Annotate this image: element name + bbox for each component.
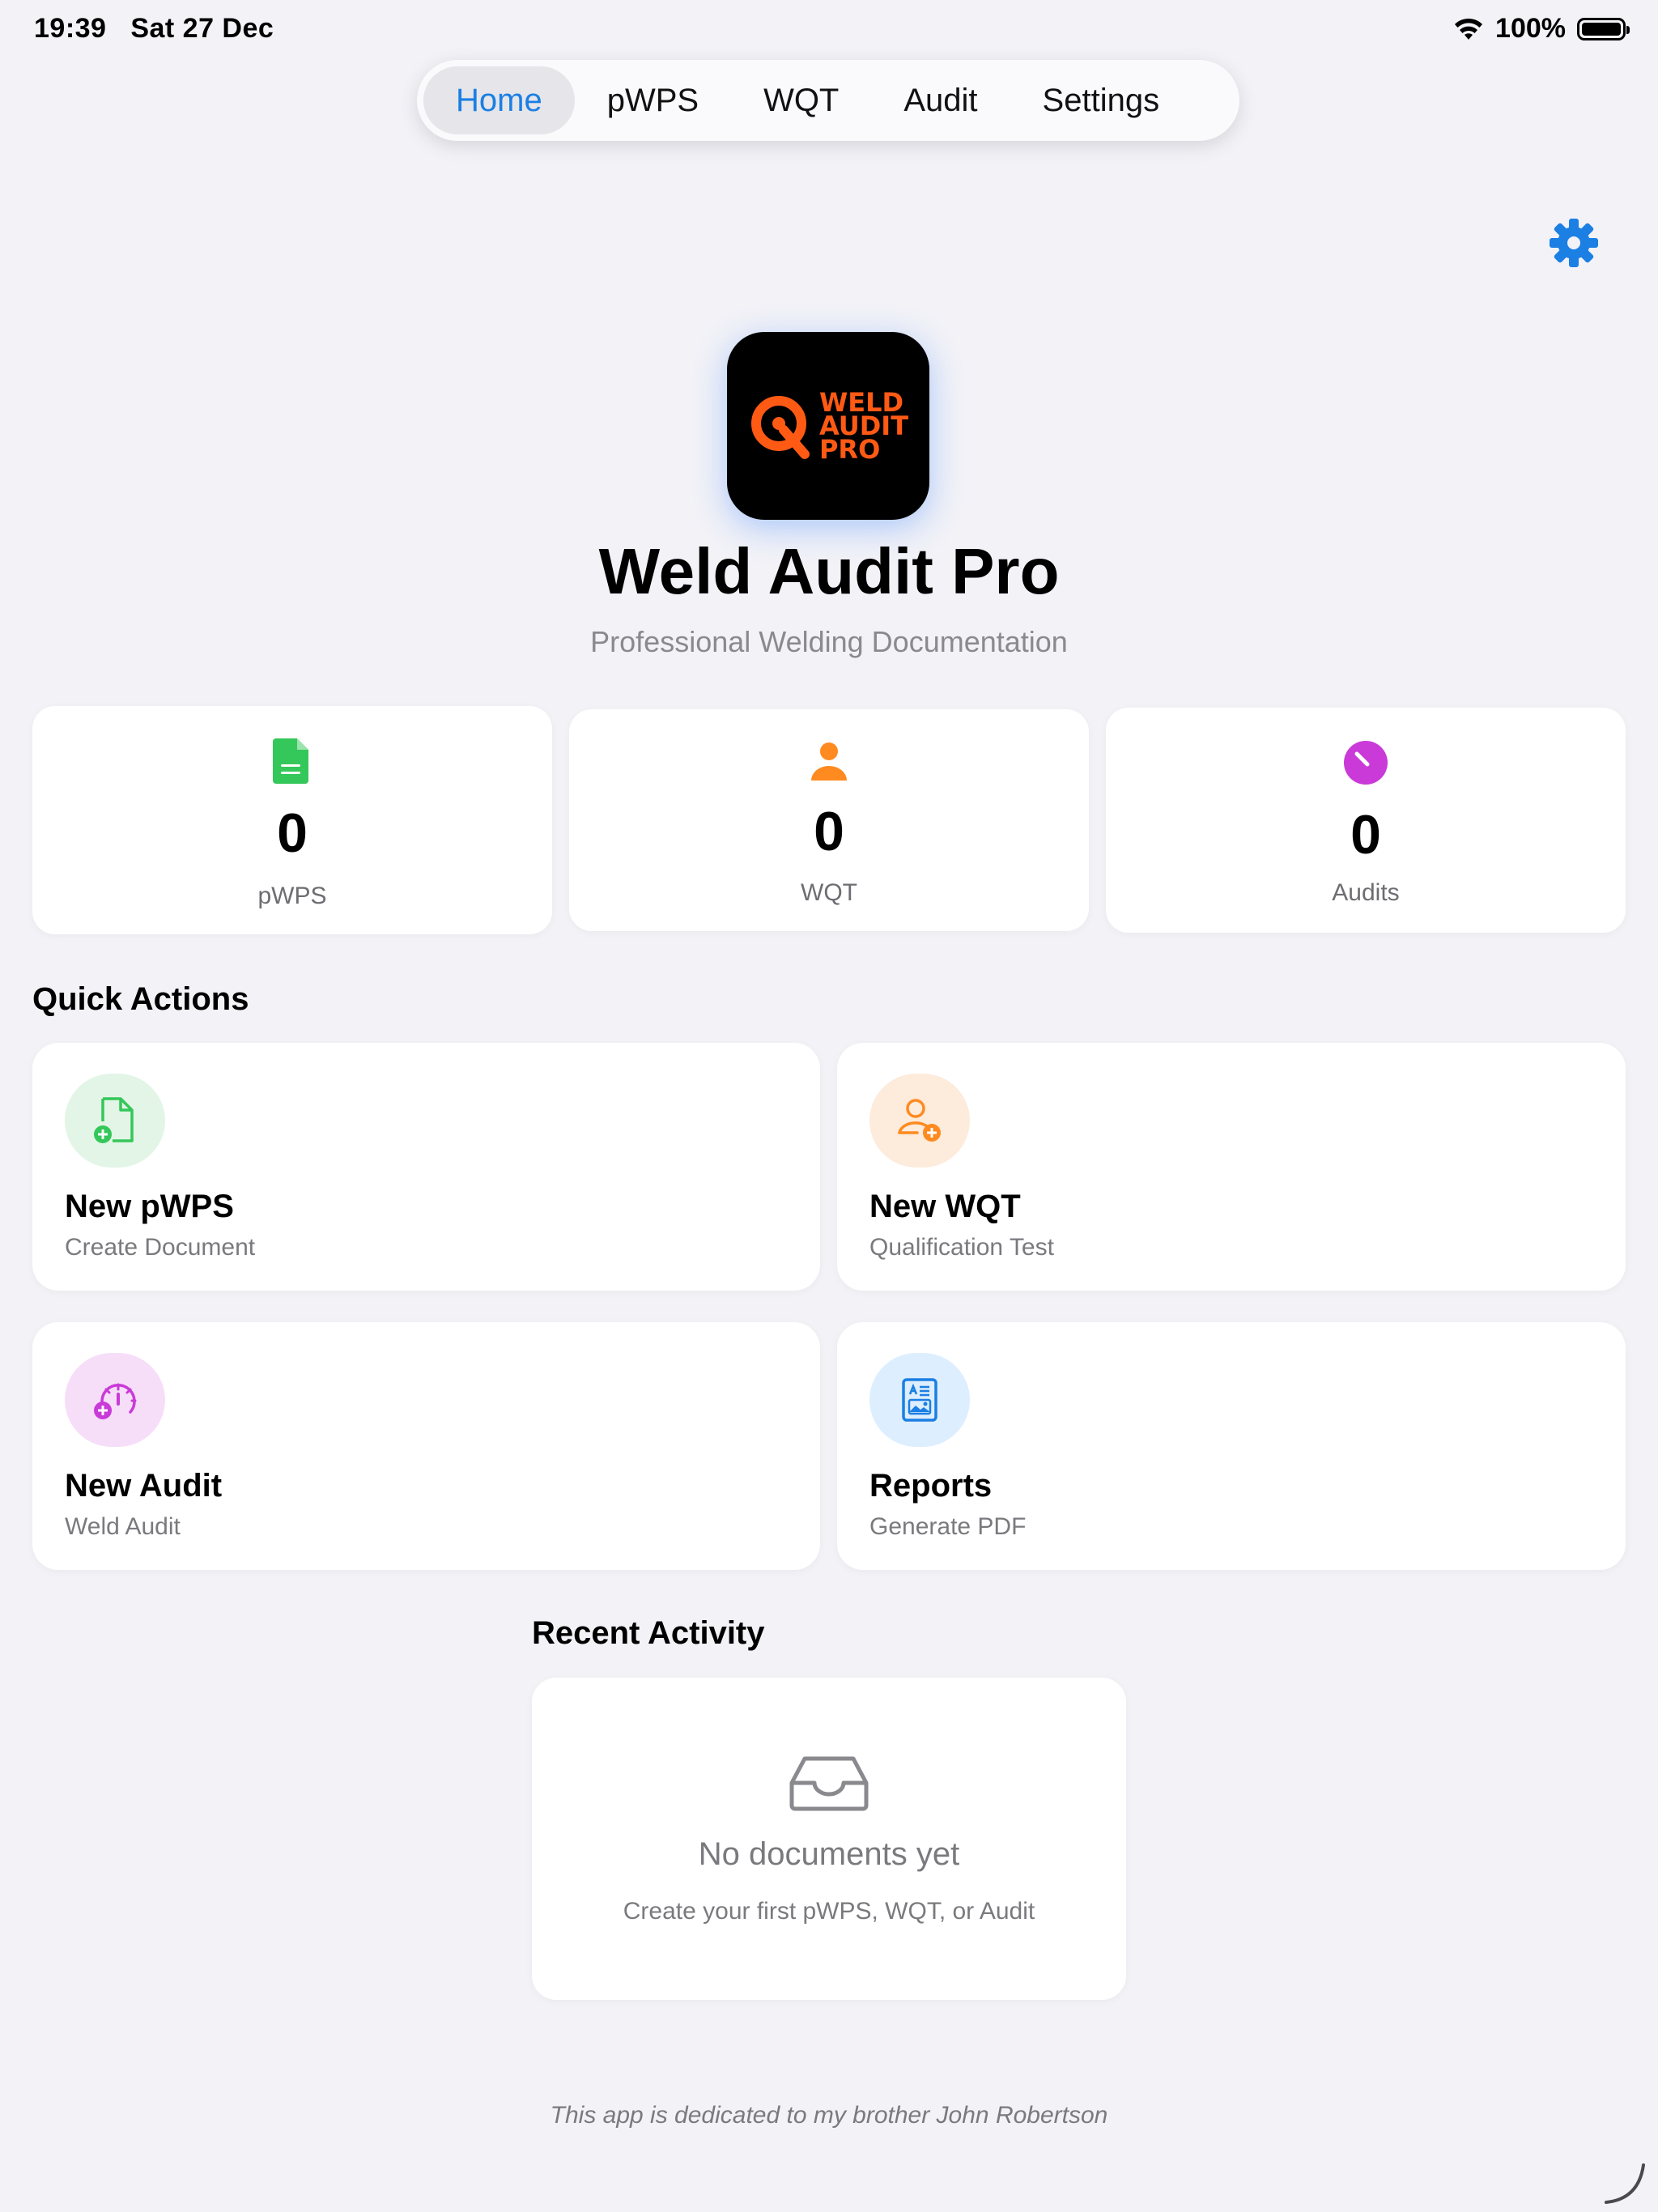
card-subtitle: Qualification Test xyxy=(869,1234,1054,1261)
document-icon xyxy=(273,738,308,784)
reports-card[interactable]: Reports Generate PDF xyxy=(837,1322,1626,1570)
new-wqt-icon-circle xyxy=(869,1074,970,1168)
stat-card-audits[interactable]: 0 Audits xyxy=(1106,708,1626,933)
logo-text: WELD AUDIT PRO xyxy=(818,389,908,465)
gear-icon[interactable] xyxy=(1548,217,1600,269)
app-subtitle: Professional Welding Documentation xyxy=(590,625,1068,658)
empty-state-title: No documents yet xyxy=(698,1836,960,1872)
battery-percent: 100% xyxy=(1495,13,1566,44)
stat-label: pWPS xyxy=(257,883,327,909)
new-wqt-card[interactable]: New WQT Qualification Test xyxy=(837,1043,1626,1291)
status-date: Sat 27 Dec xyxy=(130,13,274,44)
stat-card-pwps[interactable]: 0 pWPS xyxy=(32,706,552,934)
stat-value: 0 xyxy=(814,801,844,862)
gauge-icon xyxy=(1344,741,1388,785)
app-title: Weld Audit Pro xyxy=(598,535,1060,607)
report-icon xyxy=(902,1378,937,1422)
tab-wqt[interactable]: WQT xyxy=(731,66,871,134)
new-pwps-card[interactable]: New pWPS Create Document xyxy=(32,1043,820,1291)
dedication-text: This app is dedicated to my brother John… xyxy=(550,2102,1108,2129)
tray-icon xyxy=(789,1756,869,1811)
document-plus-icon xyxy=(94,1097,134,1143)
wifi-icon xyxy=(1455,18,1483,40)
card-title: Reports xyxy=(869,1468,993,1504)
card-title: New WQT xyxy=(869,1189,1021,1224)
stat-value: 0 xyxy=(277,802,308,864)
card-title: New Audit xyxy=(65,1468,223,1504)
tab-settings[interactable]: Settings xyxy=(1010,66,1192,134)
new-pwps-icon-circle xyxy=(65,1074,165,1168)
person-icon xyxy=(811,742,847,781)
resize-handle-icon[interactable] xyxy=(1600,2160,1648,2206)
gauge-plus-icon xyxy=(94,1383,137,1419)
tab-pwps[interactable]: pWPS xyxy=(575,66,731,134)
q-logo-icon xyxy=(750,396,810,459)
app-logo: WELD AUDIT PRO xyxy=(727,332,929,520)
new-audit-icon-circle xyxy=(65,1353,165,1447)
card-title: New pWPS xyxy=(65,1189,234,1224)
new-audit-card[interactable]: New Audit Weld Audit xyxy=(32,1322,820,1570)
card-subtitle: Weld Audit xyxy=(65,1513,181,1540)
person-plus-icon xyxy=(898,1099,941,1142)
reports-icon-circle xyxy=(869,1353,970,1447)
status-bar-right: 100% xyxy=(1453,13,1630,45)
stat-label: WQT xyxy=(801,879,857,906)
status-bar-time: 19:39 Sat 27 Dec xyxy=(34,13,274,45)
card-subtitle: Create Document xyxy=(65,1234,256,1261)
status-time: 19:39 xyxy=(34,13,107,44)
recent-activity-card: No documents yet Create your first pWPS,… xyxy=(532,1678,1126,2000)
logo-line-3: PRO xyxy=(818,433,881,465)
stat-value: 0 xyxy=(1350,804,1381,866)
tab-audit[interactable]: Audit xyxy=(871,66,1010,134)
stat-card-wqt[interactable]: 0 WQT xyxy=(569,709,1089,931)
quick-actions-title: Quick Actions xyxy=(32,981,249,1017)
tab-home[interactable]: Home xyxy=(423,66,575,134)
battery-icon xyxy=(1577,17,1630,40)
empty-state-subtitle: Create your first pWPS, WQT, or Audit xyxy=(623,1898,1035,1925)
top-tab-bar: Home pWPS WQT Audit Settings xyxy=(417,60,1239,141)
card-subtitle: Generate PDF xyxy=(869,1513,1027,1540)
stat-label: Audits xyxy=(1332,879,1400,906)
recent-activity-title: Recent Activity xyxy=(532,1615,765,1651)
